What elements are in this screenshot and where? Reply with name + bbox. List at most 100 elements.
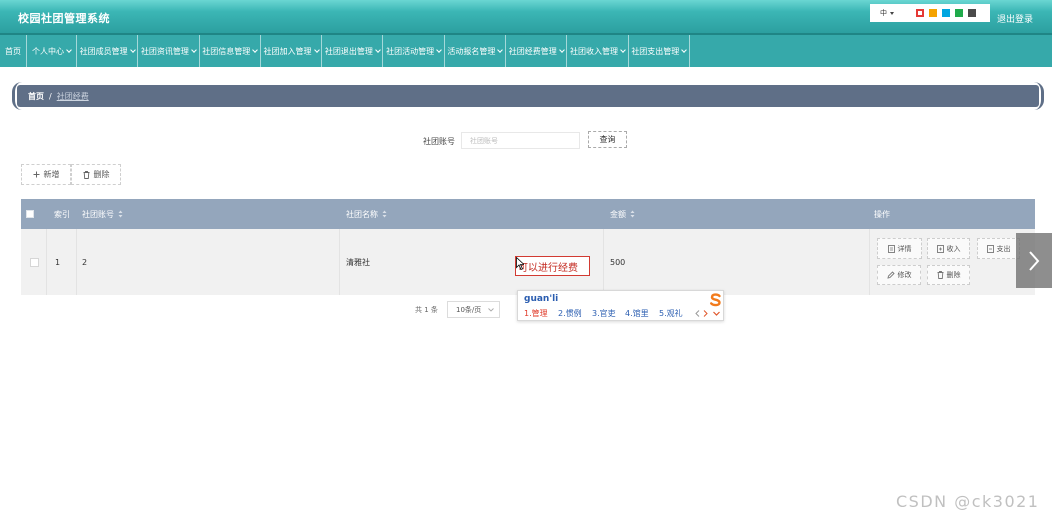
income-icon	[936, 244, 944, 253]
nav-item-members[interactable]: 社团成员管理	[77, 35, 139, 67]
logout-link[interactable]: 退出登录	[997, 12, 1033, 25]
ime-candidate-4[interactable]: 4.馆里	[625, 308, 649, 319]
watermark: CSDN @ck3021	[896, 492, 1040, 511]
ime-candidate-1[interactable]: 1.管理	[524, 308, 548, 319]
next-slide-button[interactable]	[1016, 233, 1052, 288]
trash-icon	[937, 271, 943, 279]
nav-item-join[interactable]: 社团加入管理	[261, 35, 323, 67]
chevron-down-icon	[436, 46, 442, 53]
nav-item-news[interactable]: 社团资讯管理	[138, 35, 200, 67]
ime-next-page-icon[interactable]	[703, 310, 708, 317]
ime-candidate-3[interactable]: 3.官吏	[592, 308, 616, 319]
row-checkbox[interactable]	[30, 257, 39, 267]
nav-label: 个人中心	[32, 46, 64, 56]
row-delete-button[interactable]: 删除	[927, 265, 970, 285]
ime-expand-icon[interactable]	[713, 311, 720, 316]
column-header-account[interactable]: 社团账号	[77, 199, 340, 229]
language-label: 中	[880, 9, 887, 17]
chevron-down-icon	[374, 46, 381, 53]
ime-candidate-5[interactable]: 5.观礼	[659, 308, 683, 319]
add-button-label: 新增	[43, 170, 60, 179]
table-header: 索引 社团账号 社团名称 金额 操作	[21, 199, 1035, 229]
column-header-actions: 操作	[870, 199, 1035, 229]
column-header-index: 索引	[47, 199, 77, 229]
chevron-down-icon	[66, 46, 72, 53]
nav-label: 活动报名管理	[447, 46, 496, 56]
delete-button[interactable]: 删除	[71, 164, 121, 185]
theme-swatch-orange[interactable]	[929, 9, 937, 17]
nav-item-income[interactable]: 社团收入管理	[567, 35, 629, 67]
funds-table: 索引 社团账号 社团名称 金额 操作 1 2 清雅社 500 详情 收入 支出 …	[21, 199, 1035, 295]
sort-icon[interactable]	[630, 210, 635, 218]
chevron-down-icon	[313, 46, 320, 53]
club-account-search-input[interactable]	[461, 132, 580, 149]
search-label: 社团账号	[423, 137, 455, 146]
theme-swatch-blue[interactable]	[942, 9, 950, 17]
nav-label: 社团加入管理	[263, 46, 312, 56]
chevron-down-icon	[497, 46, 504, 53]
theme-swatch-dark[interactable]	[968, 9, 976, 17]
column-header-name[interactable]: 社团名称	[340, 199, 604, 229]
income-label: 收入	[946, 244, 961, 253]
caret-down-icon	[890, 11, 894, 15]
breadcrumb-home[interactable]: 首页	[28, 91, 44, 102]
cell-actions: 详情 收入 支出 修改 删除	[870, 229, 1035, 295]
cell-account: 2	[77, 229, 340, 295]
theme-switcher: 中	[870, 4, 990, 22]
nav-label: 社团收入管理	[570, 46, 619, 56]
nav-item-registration[interactable]: 活动报名管理	[445, 35, 507, 67]
sort-icon[interactable]	[118, 210, 123, 218]
nav-item-personal-center[interactable]: 个人中心	[27, 35, 77, 67]
column-title: 社团名称	[346, 209, 378, 219]
ime-candidate-window: guan'li 1.管理 2.惯例 3.官吏 4.馆里 5.观礼	[517, 290, 724, 321]
theme-swatch-green[interactable]	[955, 9, 963, 17]
nav-label: 首页	[5, 46, 21, 56]
income-button[interactable]: 收入	[927, 238, 970, 259]
expense-icon	[986, 244, 994, 253]
nav-label: 社团成员管理	[79, 46, 128, 56]
nav-item-quit[interactable]: 社团退出管理	[322, 35, 384, 67]
language-select[interactable]: 中	[880, 7, 894, 19]
nav-item-home[interactable]: 首页	[0, 35, 27, 67]
cell-index: 1	[47, 229, 77, 295]
app-title: 校园社团管理系统	[18, 12, 110, 25]
theme-swatch-red[interactable]	[916, 9, 924, 17]
nav-item-expense[interactable]: 社团支出管理	[629, 35, 690, 67]
delete-button-label: 删除	[93, 170, 110, 179]
add-button[interactable]: 新增	[21, 164, 71, 185]
nav-label: 社团支出管理	[631, 46, 680, 56]
sort-icon[interactable]	[382, 210, 387, 218]
column-title: 索引	[54, 209, 70, 219]
breadcrumb-current: 社团经费	[56, 91, 89, 101]
nav-label: 社团经费管理	[508, 46, 557, 56]
chevron-down-icon	[191, 46, 197, 53]
ime-candidate-2[interactable]: 2.惯例	[558, 308, 582, 319]
breadcrumb: 首页 / 社团经费	[17, 85, 1039, 107]
breadcrumb-frame: 首页 / 社团经费	[12, 82, 1044, 110]
chevron-down-icon	[620, 46, 626, 53]
nav-label: 社团信息管理	[202, 46, 251, 56]
expense-button[interactable]: 支出	[977, 238, 1020, 259]
column-header-amount[interactable]: 金额	[604, 199, 870, 229]
chevron-down-icon	[558, 46, 565, 53]
column-title: 金额	[610, 209, 626, 219]
chevron-down-icon	[681, 46, 688, 53]
edit-label: 修改	[897, 271, 912, 279]
nav-item-activities[interactable]: 社团活动管理	[383, 35, 445, 67]
header-checkbox-cell	[21, 199, 47, 229]
select-all-checkbox[interactable]	[26, 210, 34, 218]
ime-composition-tooltip: 可以进行经费	[515, 256, 590, 276]
search-button[interactable]: 查询	[588, 131, 627, 148]
column-title: 操作	[874, 209, 890, 219]
nav-item-funds[interactable]: 社团经费管理	[506, 35, 568, 67]
ime-prev-page-icon[interactable]	[695, 310, 700, 317]
page-size-select[interactable]: 10条/页	[447, 301, 500, 318]
chevron-down-icon	[129, 46, 136, 53]
page-size-value: 10条/页	[456, 305, 482, 314]
details-button[interactable]: 详情	[877, 238, 922, 259]
sogou-logo-icon	[710, 293, 721, 307]
nav-label: 社团资讯管理	[140, 46, 189, 56]
row-delete-label: 删除	[946, 271, 961, 279]
nav-item-club-info[interactable]: 社团信息管理	[200, 35, 261, 67]
edit-button[interactable]: 修改	[877, 265, 921, 285]
